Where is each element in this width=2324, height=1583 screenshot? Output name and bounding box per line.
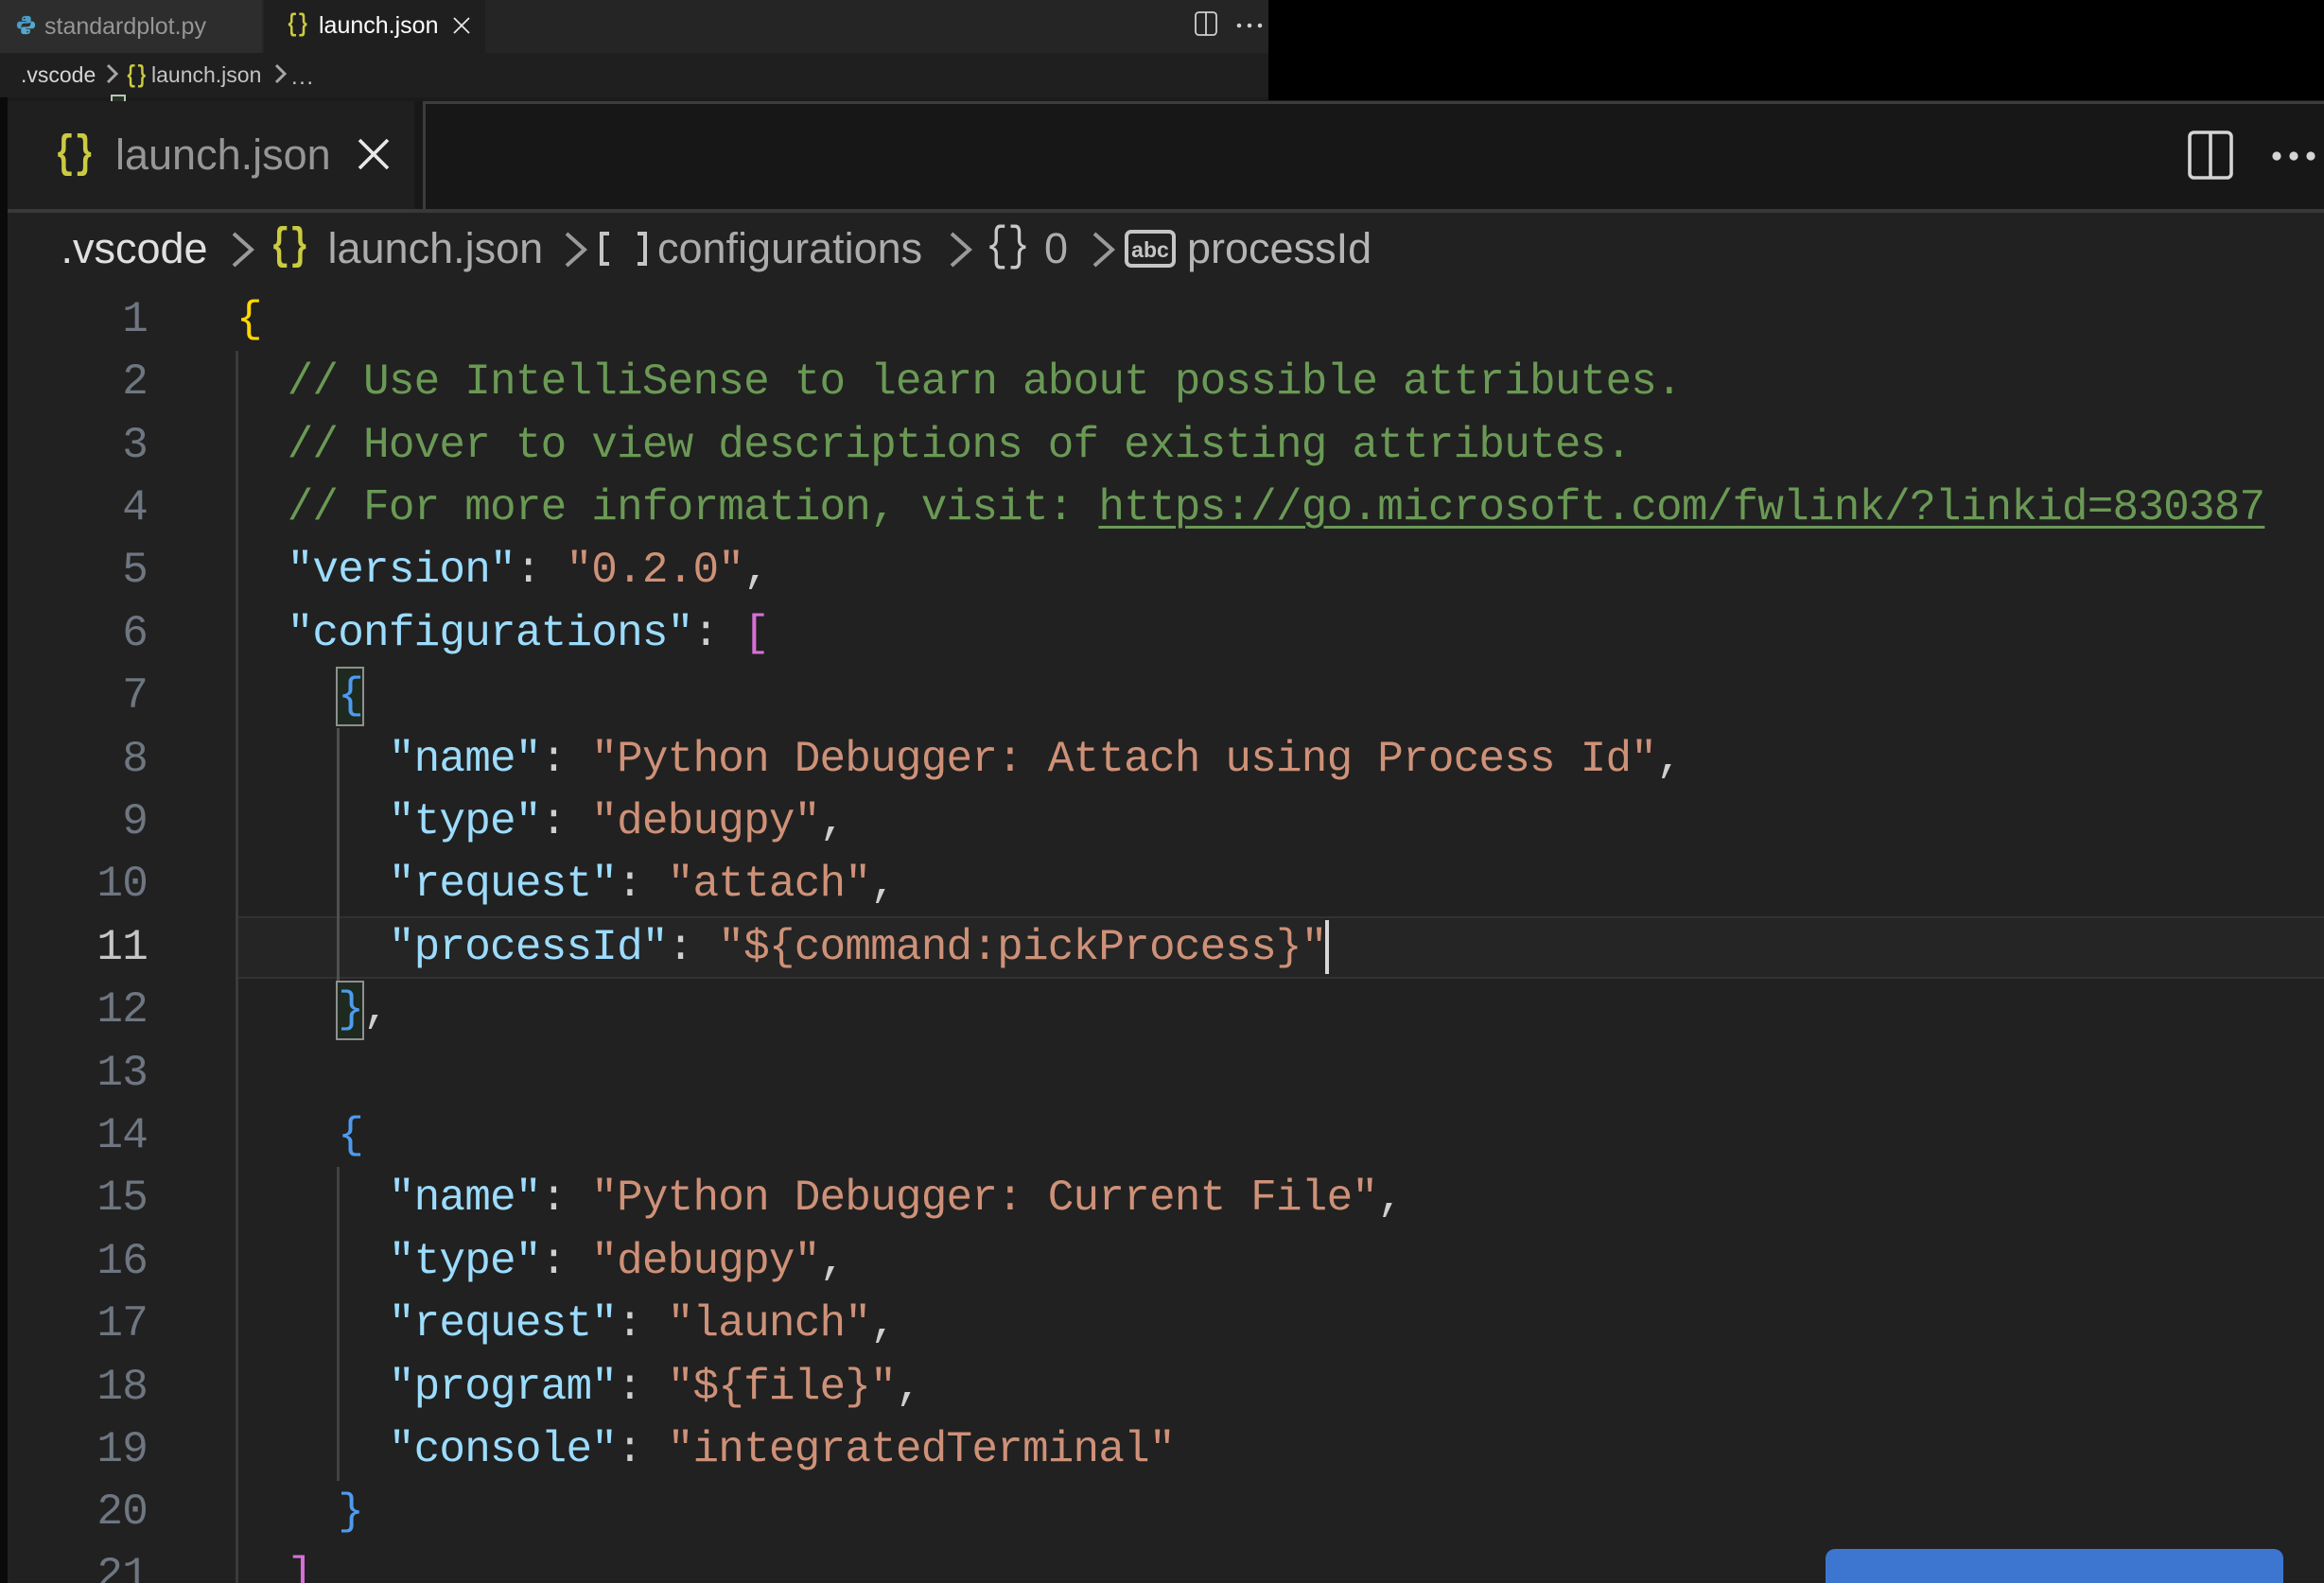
svg-text:abc: abc bbox=[1131, 237, 1169, 262]
